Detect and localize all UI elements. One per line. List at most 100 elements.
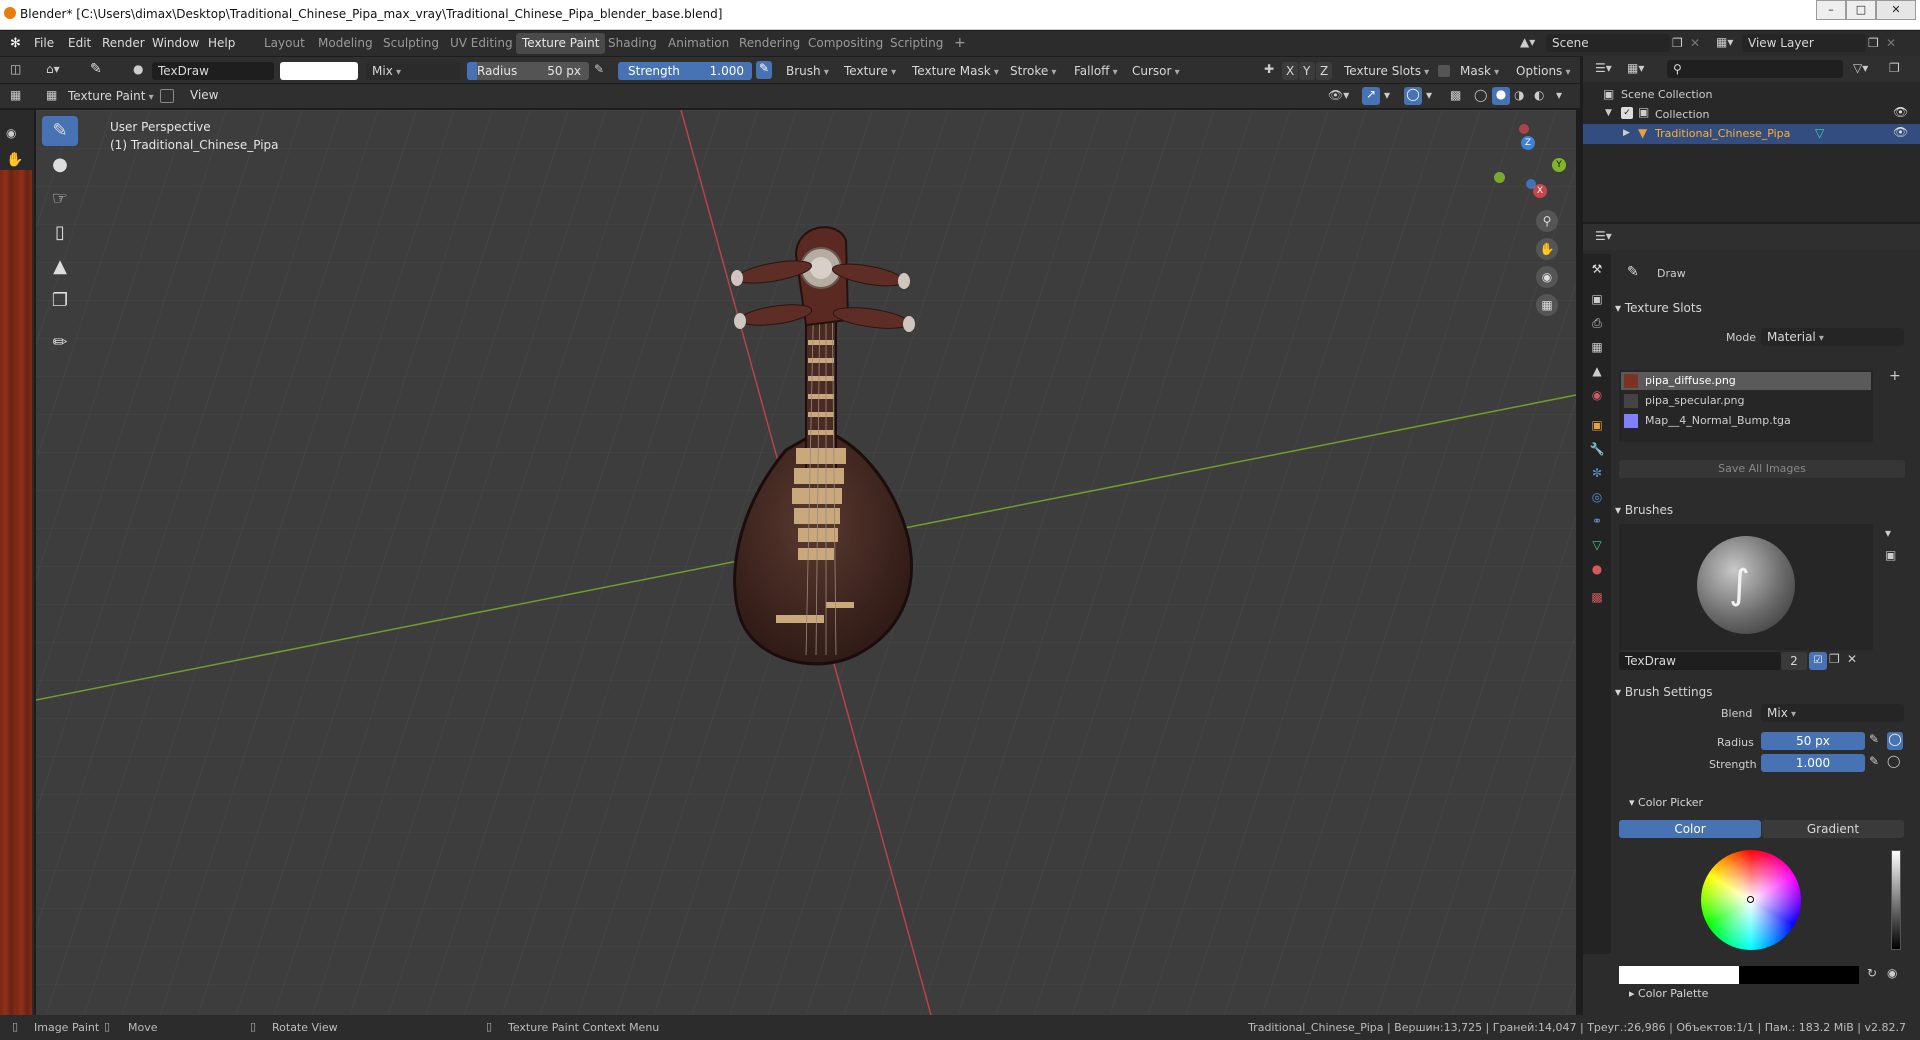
blend-dropdown-properties[interactable]: Mix [1761, 704, 1904, 722]
gizmo-y-axis[interactable]: Y [1552, 158, 1566, 172]
outliner-editor-icon[interactable]: ☰▾ [1595, 61, 1612, 75]
fake-user-icon[interactable]: ☑ [1809, 652, 1827, 670]
tab-uv-editing[interactable]: UV Editing [444, 33, 519, 54]
menu-window[interactable]: Window [152, 36, 199, 50]
hand-icon[interactable]: ✋ [6, 152, 23, 168]
world-tab-icon[interactable]: ◉ [1588, 386, 1606, 404]
radius-unit-icon[interactable]: ◯ [1887, 732, 1903, 750]
color-palette-panel-header[interactable]: ▸ Color Palette [1629, 984, 1920, 1004]
xray-icon[interactable]: ▩ [1450, 88, 1461, 102]
editor-menu-icon[interactable]: ▦ [10, 88, 21, 102]
new-collection-icon[interactable]: ❐ [1889, 61, 1900, 75]
save-all-images-button[interactable]: Save All Images [1619, 460, 1905, 478]
paint-mask-icon[interactable] [160, 89, 174, 103]
texture-slot-row[interactable]: pipa_specular.png [1621, 392, 1871, 410]
radius-pressure-icon[interactable]: ✎ [594, 62, 604, 76]
render-tab-icon[interactable]: ▣ [1588, 290, 1606, 308]
texture-menu[interactable]: Texture [844, 62, 896, 80]
clone-tool-icon[interactable]: ▯ [42, 218, 78, 248]
falloff-menu[interactable]: Falloff [1074, 62, 1118, 80]
add-workspace-icon[interactable]: + [948, 33, 972, 54]
brush-name-field-properties[interactable]: TexDraw [1619, 652, 1781, 670]
scene-icon[interactable]: ▲▾ [1520, 35, 1535, 49]
remove-view-layer-icon[interactable]: ✕ [1886, 36, 1896, 50]
view-menu[interactable]: View [190, 88, 218, 102]
mirror-z-toggle[interactable]: Z [1316, 62, 1332, 80]
texture-slot-row[interactable]: pipa_diffuse.png [1621, 372, 1871, 390]
gizmo-neg-y[interactable] [1494, 172, 1505, 183]
new-view-layer-icon[interactable]: ❐ [1868, 36, 1879, 50]
tab-sculpting[interactable]: Sculpting [377, 33, 445, 54]
view-layer-tab-icon[interactable]: ▦ [1588, 338, 1606, 356]
collection-checkbox[interactable]: ✓ [1621, 107, 1633, 119]
strength-pressure-icon[interactable]: ✎ [756, 61, 772, 79]
editor-type-icon[interactable]: ◫ [10, 62, 21, 76]
pan-hand-icon[interactable]: ✋ [1536, 238, 1558, 260]
symmetry-icon[interactable]: ✚ [1264, 62, 1274, 76]
material-shading-icon[interactable]: ◑ [1514, 88, 1524, 102]
object-visibility-icon[interactable]: 👁 [1893, 125, 1908, 139]
mode-icon[interactable]: ⌂▾ [46, 62, 60, 76]
mode-dropdown-properties[interactable]: Material [1761, 328, 1904, 346]
mirror-x-toggle[interactable]: X [1282, 62, 1298, 80]
view-layer-icon[interactable]: ▦▾ [1716, 35, 1733, 49]
swap-colors-icon[interactable]: ↻ [1867, 966, 1877, 980]
brush-dot-icon[interactable]: ● [133, 62, 143, 76]
gizmo-z-axis[interactable]: Z [1521, 136, 1535, 150]
strength-pressure-icon-properties[interactable]: ✎ [1869, 754, 1879, 768]
tab-texture-paint[interactable]: Texture Paint [516, 33, 606, 54]
tab-animation[interactable]: Animation [662, 33, 735, 54]
gizmo-neg-x[interactable] [1519, 124, 1529, 134]
mask-menu[interactable]: Mask [1460, 62, 1499, 80]
texture-mask-menu[interactable]: Texture Mask [912, 62, 999, 80]
annotate-tool-icon[interactable]: ✏ [42, 328, 78, 358]
brush-settings-panel-header[interactable]: ▾ Brush Settings [1615, 682, 1915, 702]
object-expand-icon[interactable]: ▶ [1623, 128, 1630, 138]
display-mode-icon[interactable]: ▦▾ [1627, 61, 1644, 75]
tool-tab-icon[interactable]: ⚒ [1588, 260, 1606, 278]
texture-slot-row[interactable]: Map__4_Normal_Bump.tga [1621, 412, 1871, 430]
color-wheel[interactable] [1701, 850, 1801, 950]
gizmo-dropdown-icon[interactable]: ▾ [1384, 88, 1390, 102]
mask-tool-icon[interactable]: ❐ [42, 286, 78, 316]
radius-slider[interactable]: Radius 50 px [467, 62, 589, 80]
brush-preview[interactable]: ∫ [1619, 524, 1873, 650]
wireframe-shading-icon[interactable]: ◯ [1474, 88, 1487, 102]
tab-layout[interactable]: Layout [258, 33, 311, 54]
brush-name-field[interactable]: TexDraw [152, 62, 274, 80]
texture-slots-panel-header[interactable]: ▾ Texture Slots [1615, 298, 1915, 318]
properties-editor-icon[interactable]: ☰▾ [1595, 229, 1612, 243]
mask-checkbox[interactable] [1438, 65, 1450, 77]
ortho-toggle-icon[interactable]: ▦ [1536, 294, 1558, 316]
gizmo-toggle-icon[interactable]: ↗ [1362, 87, 1380, 105]
outliner-row-pipa[interactable]: ▶ ▼ Traditional_Chinese_Pipa ▽ 👁 [1583, 124, 1920, 144]
menu-render[interactable]: Render [102, 36, 145, 50]
modifier-tab-icon[interactable]: 🔧 [1588, 440, 1606, 458]
gradient-tab[interactable]: Gradient [1762, 820, 1904, 838]
data-tab-icon[interactable]: ▽ [1588, 536, 1606, 554]
tab-compositing[interactable]: Compositing [802, 33, 889, 54]
mirror-y-toggle[interactable]: Y [1299, 62, 1315, 80]
eyedropper-icon[interactable]: ◉ [1887, 966, 1897, 980]
tab-shading[interactable]: Shading [602, 33, 663, 54]
overlay-dropdown-icon[interactable]: ▾ [1426, 88, 1432, 102]
menu-edit[interactable]: Edit [68, 36, 91, 50]
constraints-tab-icon[interactable]: ⚭ [1588, 512, 1606, 530]
zoom-edge-icon[interactable]: ◉ [6, 126, 16, 140]
color-tab[interactable]: Color [1619, 820, 1761, 838]
view-layer-field[interactable]: View Layer [1742, 34, 1866, 52]
value-slider[interactable] [1891, 850, 1901, 950]
3d-viewport[interactable]: User Perspective (1) Traditional_Chinese… [36, 110, 1576, 1015]
minimize-icon[interactable]: – [1816, 0, 1846, 20]
unlink-brush-icon[interactable]: ✕ [1847, 652, 1857, 666]
brush-list-expand-icon[interactable]: ▾ [1885, 526, 1891, 540]
menu-file[interactable]: File [34, 36, 54, 50]
physics-tab-icon[interactable]: ◎ [1588, 488, 1606, 506]
blend-dropdown[interactable]: Mix [366, 62, 460, 80]
duplicate-brush-icon[interactable]: ❐ [1829, 652, 1840, 666]
object-tab-icon[interactable]: ▣ [1588, 416, 1606, 434]
gizmo-neg-z[interactable] [1526, 179, 1536, 189]
navigation-gizmo[interactable]: Z Y X [1476, 124, 1566, 204]
soften-tool-icon[interactable]: ● [42, 150, 78, 180]
outliner-search-input[interactable]: ⚲ [1667, 60, 1843, 78]
